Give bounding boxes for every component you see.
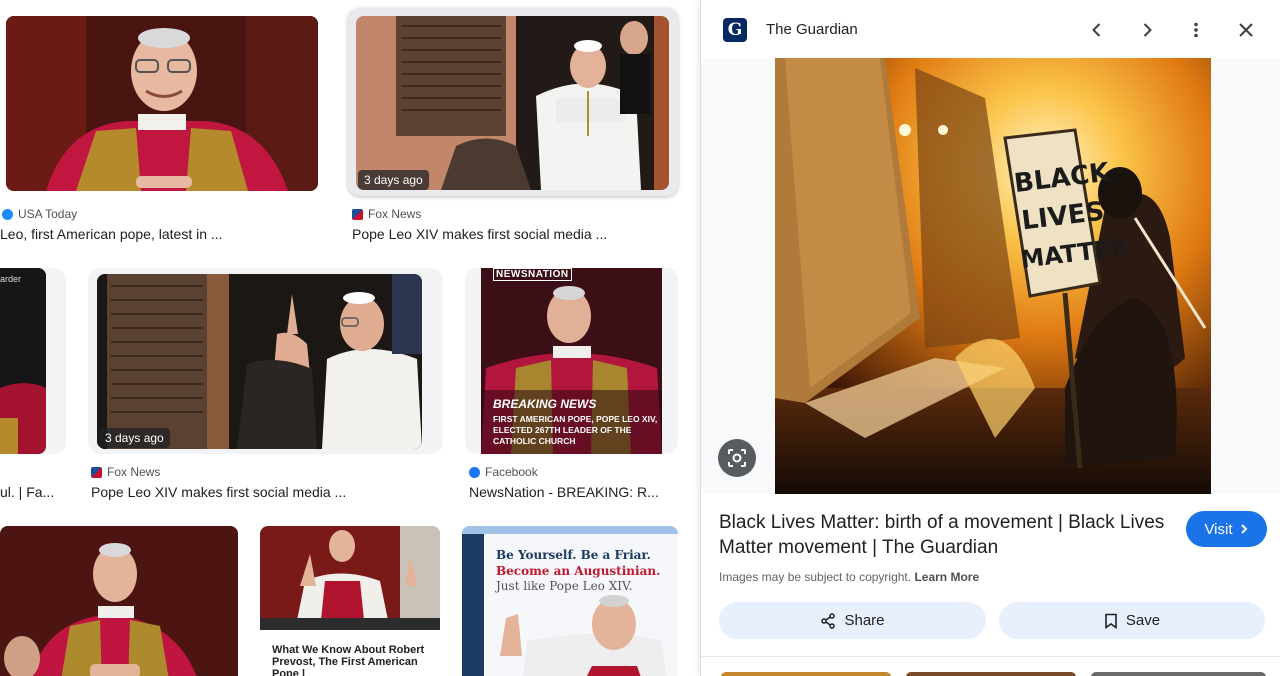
more-icon — [1194, 22, 1198, 38]
lens-icon — [728, 449, 746, 467]
ad-line3: Just like Pope Leo XIV. — [496, 579, 633, 593]
copyright-notice: Images may be subject to copyright. Lear… — [719, 570, 979, 584]
partial-image — [0, 268, 46, 454]
share-label: Share — [844, 612, 885, 629]
protest-fire-image: BLACK LIVES MATTER — [775, 58, 1211, 494]
result-title[interactable]: ul. | Fa... — [0, 484, 70, 500]
related-thumbnail[interactable] — [721, 672, 891, 676]
result-source[interactable]: Fox News — [91, 465, 160, 479]
result-thumbnail[interactable]: NEWSNATION BREAKING NEWS FIRST AMERICAN … — [481, 268, 662, 454]
result-thumbnail[interactable]: What We Know About Robert Prevost, The F… — [260, 526, 440, 676]
source-name: USA Today — [18, 207, 78, 221]
result-source[interactable]: Fox News — [352, 207, 421, 221]
prev-button[interactable] — [1084, 17, 1110, 43]
foxnews-icon — [352, 208, 363, 220]
share-icon — [821, 612, 836, 629]
panel-image-title[interactable]: Black Lives Matter: birth of a movement … — [719, 510, 1169, 560]
brand-label: NEWSNATION — [493, 268, 572, 281]
result-title[interactable]: Pope Leo XIV makes first social media ..… — [91, 484, 451, 500]
copyright-text: Images may be subject to copyright. — [719, 570, 912, 584]
save-button[interactable]: Save — [999, 602, 1265, 639]
save-label: Save — [1125, 612, 1161, 629]
share-button[interactable]: Share — [719, 602, 986, 639]
pope-greeting-image — [0, 526, 238, 676]
visit-label: Visit — [1204, 520, 1233, 538]
pope-balcony-image — [6, 16, 318, 191]
result-thumbnail[interactable]: 3 days ago — [97, 274, 422, 449]
image-results-grid: USA Today Leo, first American pope, late… — [0, 0, 700, 676]
foxnews-icon — [91, 466, 102, 478]
related-thumbnail[interactable] — [1091, 672, 1266, 676]
panel-header: G The Guardian — [701, 0, 1280, 58]
result-thumbnail[interactable] — [6, 16, 318, 191]
age-badge: 3 days ago — [99, 428, 170, 448]
age-badge: 3 days ago — [358, 170, 429, 190]
close-button[interactable] — [1233, 17, 1259, 43]
search-inside-image-button[interactable] — [718, 439, 756, 477]
panel-source-name[interactable]: The Guardian — [766, 21, 858, 38]
chevron-right-icon — [1240, 524, 1247, 534]
result-thumbnail[interactable]: arder — [0, 268, 46, 454]
related-thumbnail[interactable] — [906, 672, 1076, 676]
result-source[interactable]: Facebook — [469, 465, 538, 479]
preview-image[interactable]: BLACK LIVES MATTER — [775, 58, 1211, 494]
result-thumbnail[interactable]: 3 days ago — [356, 16, 669, 190]
prev-icon — [1092, 23, 1101, 37]
breaking-subline: FIRST AMERICAN POPE, POPE LEO XIV, ELECT… — [493, 414, 658, 446]
result-thumbnail[interactable]: Be Yourself. Be a Friar. Become an Augus… — [462, 526, 678, 676]
breaking-headline: BREAKING NEWS — [493, 397, 597, 411]
corner-text: arder — [0, 274, 22, 284]
image-preview-panel: G The Guardian BLACK LIVES MATTER Black … — [700, 0, 1280, 676]
source-name: Facebook — [485, 465, 538, 479]
source-name: Fox News — [368, 207, 422, 221]
pope-waving-image — [260, 526, 440, 630]
ad-line1: Be Yourself. Be a Friar. — [496, 548, 651, 562]
visit-button[interactable]: Visit — [1186, 511, 1267, 547]
learn-more-link[interactable]: Learn More — [914, 570, 979, 584]
next-button[interactable] — [1134, 17, 1160, 43]
panel-divider — [701, 656, 1280, 657]
close-icon — [1239, 23, 1253, 37]
pope-window-image — [97, 274, 422, 449]
facebook-icon — [469, 466, 480, 478]
ad-line2: Become an Augustinian. — [496, 564, 661, 578]
result-title[interactable]: Pope Leo XIV makes first social media ..… — [352, 226, 682, 242]
next-icon — [1143, 23, 1152, 37]
article-caption: What We Know About Robert Prevost, The F… — [272, 644, 425, 676]
result-title[interactable]: Leo, first American pope, latest in ... — [0, 226, 320, 242]
pope-doorway-image — [356, 16, 669, 190]
result-thumbnail[interactable] — [0, 526, 238, 676]
result-source[interactable]: USA Today — [2, 207, 77, 221]
result-title[interactable]: NewsNation - BREAKING: R... — [469, 484, 679, 500]
more-options-button[interactable] — [1183, 17, 1209, 43]
source-name: Fox News — [107, 465, 161, 479]
guardian-logo-icon[interactable]: G — [723, 18, 747, 42]
bookmark-icon — [1105, 613, 1117, 629]
usatoday-icon — [2, 208, 13, 220]
